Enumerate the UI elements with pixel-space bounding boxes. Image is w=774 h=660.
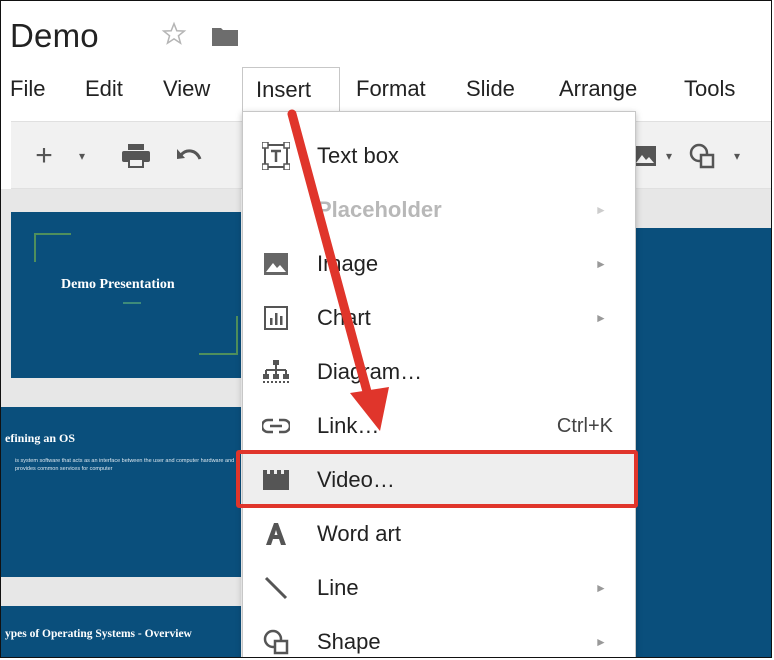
menu-item-shortcut: Ctrl+K — [556, 415, 613, 437]
corner-decoration — [34, 233, 71, 262]
menu-file[interactable]: File — [10, 67, 45, 111]
word-art-icon — [261, 519, 291, 549]
plus-icon[interactable]: + — [29, 136, 59, 176]
menu-arrange[interactable]: Arrange — [559, 67, 637, 111]
menu-insert[interactable]: Insert — [242, 67, 340, 111]
menu-item-label: Image — [317, 251, 379, 276]
menu-item-label: Text box — [317, 143, 399, 168]
slide-title: Demo Presentation — [61, 277, 175, 292]
shape-icon[interactable] — [683, 136, 723, 176]
menu-item-chart[interactable]: Chart ► — [243, 291, 635, 345]
menu-item-image[interactable]: Image ► — [243, 237, 635, 291]
print-icon[interactable] — [119, 136, 153, 176]
slide-title: ypes of Operating Systems - Overview — [5, 628, 192, 640]
submenu-arrow-icon: ► — [595, 581, 607, 595]
submenu-arrow-icon: ► — [595, 257, 607, 271]
dropdown-caret-icon[interactable]: ▾ — [729, 136, 745, 176]
submenu-arrow-icon: ► — [595, 203, 607, 217]
chart-icon — [261, 303, 291, 333]
menu-item-label: Chart — [317, 305, 371, 330]
annotation-highlight-box — [236, 450, 638, 508]
dropdown-caret-icon[interactable]: ▾ — [73, 136, 91, 176]
dropdown-caret-icon[interactable]: ▾ — [661, 136, 677, 176]
current-slide[interactable] — [633, 228, 771, 657]
slide-thumbnail-2[interactable]: efining an OS is system software that ac… — [1, 407, 241, 577]
submenu-arrow-icon: ► — [595, 311, 607, 325]
menu-item-line[interactable]: Line ► — [243, 561, 635, 615]
star-icon[interactable] — [161, 21, 187, 47]
screenshot-frame: Demo File Edit View Insert Format Slide … — [0, 0, 772, 658]
slide-thumbnail-1[interactable]: Demo Presentation — [11, 212, 241, 378]
menu-item-shape[interactable]: Shape ► — [243, 615, 635, 657]
slide-body: is system software that acts as an inter… — [15, 458, 235, 472]
menu-tools[interactable]: Tools — [684, 67, 735, 111]
menu-item-label: Shape — [317, 629, 381, 654]
menu-item-link[interactable]: Link… Ctrl+K — [243, 399, 635, 453]
undo-icon[interactable] — [173, 136, 207, 176]
slide-title: efining an OS — [5, 431, 76, 445]
menu-edit[interactable]: Edit — [85, 67, 123, 111]
menu-view[interactable]: View — [163, 67, 210, 111]
menu-item-label: Placeholder — [317, 197, 442, 222]
diagram-icon — [261, 357, 291, 387]
menu-item-placeholder: Placeholder ► — [243, 183, 635, 237]
slide-thumbnail-3[interactable]: ypes of Operating Systems - Overview — [1, 606, 241, 657]
shape-icon — [261, 627, 291, 657]
image-icon — [261, 249, 291, 279]
text-box-icon — [261, 141, 291, 171]
corner-decoration — [199, 316, 238, 355]
menu-item-label: Word art — [317, 521, 401, 546]
menu-bar: File Edit View Insert Format Slide Arran… — [1, 67, 771, 111]
insert-menu-dropdown: Text box Placeholder ► Image ► Chart ► D… — [242, 111, 636, 657]
link-icon — [261, 411, 291, 441]
submenu-arrow-icon: ► — [595, 635, 607, 649]
menu-slide[interactable]: Slide — [466, 67, 515, 111]
title-underline — [123, 302, 141, 304]
folder-icon[interactable] — [212, 26, 238, 46]
line-icon — [261, 573, 291, 603]
menu-format[interactable]: Format — [356, 67, 426, 111]
document-title[interactable]: Demo — [10, 17, 99, 55]
menu-item-text-box[interactable]: Text box — [243, 129, 635, 183]
menu-item-label: Diagram… — [317, 359, 423, 384]
menu-item-label: Link… — [317, 413, 380, 438]
menu-item-label: Line — [317, 575, 359, 600]
menu-item-diagram[interactable]: Diagram… — [243, 345, 635, 399]
menu-item-word-art[interactable]: Word art — [243, 507, 635, 561]
